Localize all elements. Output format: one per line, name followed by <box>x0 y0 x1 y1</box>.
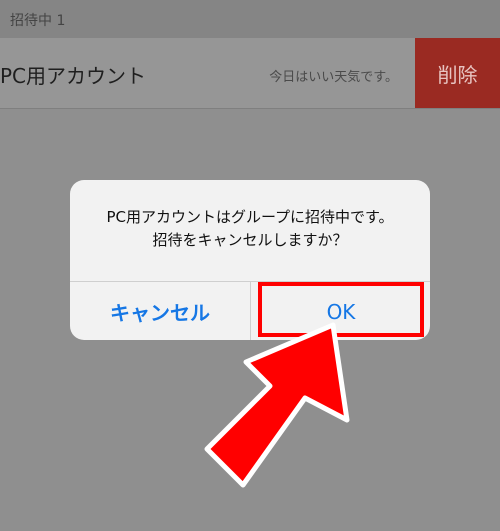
arrow-icon <box>204 322 350 488</box>
